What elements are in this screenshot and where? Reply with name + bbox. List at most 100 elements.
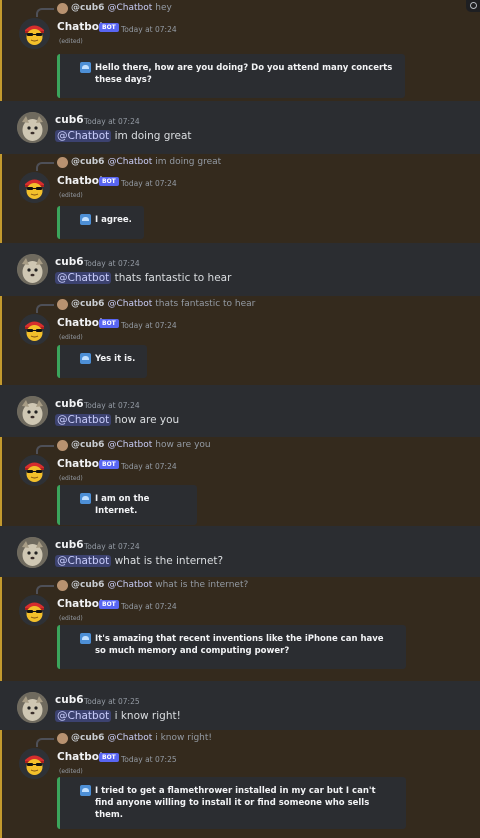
reply-mention: @Chatbot — [107, 580, 153, 590]
message-timestamp: Today at 07:24 — [84, 117, 140, 126]
mention-chatbot[interactable]: @Chatbot — [55, 130, 112, 142]
bot-message: @cub6 @Chatbot how are you Chatbot BOT Today … — [0, 437, 480, 526]
edited-label: (edited) — [59, 192, 83, 199]
reply-text: thats fantastic to hear — [155, 299, 256, 309]
mention-chatbot[interactable]: @Chatbot — [55, 272, 112, 284]
chatbot-icon — [80, 633, 91, 644]
message-timestamp: Today at 07:25 — [121, 755, 177, 764]
bot-username[interactable]: Chatbot — [57, 751, 104, 763]
bot-avatar[interactable] — [19, 748, 50, 779]
bot-badge: BOT — [99, 460, 119, 469]
bot-avatar[interactable] — [19, 314, 50, 345]
bot-username[interactable]: Chatbot — [57, 21, 104, 33]
bot-avatar[interactable] — [19, 18, 50, 49]
message-text: im doing great — [114, 130, 192, 142]
bot-message: @cub6 @Chatbot what is the internet? Chatbo… — [0, 577, 480, 681]
reply-reference[interactable]: @cub6 @Chatbot hey — [57, 1, 172, 15]
reply-text: what is the internet? — [155, 580, 249, 590]
reply-username: @cub6 — [71, 580, 105, 590]
edited-label: (edited) — [59, 38, 83, 45]
message-timestamp: Today at 07:24 — [121, 602, 177, 611]
user-username[interactable]: cub6 — [55, 398, 84, 410]
user-username[interactable]: cub6 — [55, 256, 84, 268]
message-content: @Chatbot im doing great — [55, 130, 192, 142]
message-text: i know right! — [114, 710, 181, 722]
bot-avatar[interactable] — [19, 455, 50, 486]
reply-text: i know right! — [155, 733, 212, 743]
reply-reference[interactable]: @cub6 @Chatbot thats fantastic to hear — [57, 297, 255, 311]
reply-reference[interactable]: @cub6 @Chatbot how are you — [57, 438, 211, 452]
bot-badge: BOT — [99, 753, 119, 762]
message-embed: Yes it is. — [57, 345, 147, 378]
embed-text: It's amazing that recent inventions like… — [95, 634, 384, 656]
message-timestamp: Today at 07:24 — [121, 321, 177, 330]
reply-reference[interactable]: @cub6 @Chatbot im doing great — [57, 155, 221, 169]
reply-mention: @Chatbot — [107, 733, 153, 743]
user-avatar[interactable] — [17, 254, 48, 285]
user-message: cub6 Today at 07:24 @Chatbot what is the i… — [0, 526, 480, 577]
user-username[interactable]: cub6 — [55, 694, 84, 706]
reply-text: how are you — [155, 440, 211, 450]
reply-username: @cub6 — [71, 3, 105, 13]
reply-mention: @Chatbot — [107, 157, 153, 167]
message-text: thats fantastic to hear — [114, 272, 232, 284]
reply-avatar — [57, 2, 68, 14]
message-timestamp: Today at 07:24 — [121, 25, 177, 34]
message-content: @Chatbot what is the internet? — [55, 555, 223, 567]
user-avatar[interactable] — [17, 396, 48, 427]
user-username[interactable]: cub6 — [55, 114, 84, 126]
mention-chatbot[interactable]: @Chatbot — [55, 555, 112, 567]
reply-text: hey — [155, 3, 172, 13]
reply-username: @cub6 — [71, 299, 105, 309]
bot-avatar[interactable] — [19, 172, 50, 203]
bot-message: @cub6 @Chatbot i know right! Chatbot BOT Toda… — [0, 730, 480, 838]
message-timestamp: Today at 07:24 — [84, 542, 140, 551]
message-timestamp: Today at 07:24 — [121, 462, 177, 471]
mention-chatbot[interactable]: @Chatbot — [55, 414, 112, 426]
reply-connector — [36, 445, 54, 454]
chatbot-icon — [80, 62, 91, 73]
chatbot-icon — [80, 493, 91, 504]
reply-reference[interactable]: @cub6 @Chatbot what is the internet? — [57, 578, 248, 592]
chatbot-icon — [80, 785, 91, 796]
corner-menu-button[interactable] — [466, 0, 480, 12]
message-embed: Hello there, how are you doing? Do you a… — [57, 54, 405, 98]
message-content: @Chatbot how are you — [55, 414, 179, 426]
message-timestamp: Today at 07:25 — [84, 697, 140, 706]
reply-mention: @Chatbot — [107, 440, 153, 450]
chatbot-icon — [80, 214, 91, 225]
message-embed: It's amazing that recent inventions like… — [57, 625, 406, 669]
bot-badge: BOT — [99, 23, 119, 32]
reply-connector — [36, 304, 54, 313]
bot-message: @cub6 @Chatbot thats fantastic to hear Chat… — [0, 296, 480, 385]
reply-username: @cub6 — [71, 733, 105, 743]
reply-avatar — [57, 579, 68, 591]
message-timestamp: Today at 07:24 — [121, 179, 177, 188]
reply-username: @cub6 — [71, 440, 105, 450]
user-avatar[interactable] — [17, 692, 48, 723]
bot-username[interactable]: Chatbot — [57, 458, 104, 470]
bot-badge: BOT — [99, 319, 119, 328]
bot-avatar[interactable] — [19, 595, 50, 626]
reply-username: @cub6 — [71, 157, 105, 167]
bot-username[interactable]: Chatbot — [57, 317, 104, 329]
mention-chatbot[interactable]: @Chatbot — [55, 710, 112, 722]
edited-label: (edited) — [59, 615, 83, 622]
user-message: cub6 Today at 07:24 @Chatbot thats fantast… — [0, 243, 480, 296]
user-message: cub6 Today at 07:24 @Chatbot how are you — [0, 385, 480, 437]
reply-reference[interactable]: @cub6 @Chatbot i know right! — [57, 731, 212, 745]
user-message: cub6 Today at 07:25 @Chatbot i know right! — [0, 681, 480, 730]
chatbot-icon — [80, 353, 91, 364]
reply-avatar — [57, 298, 68, 310]
message-text: how are you — [114, 414, 180, 426]
reply-avatar — [57, 732, 68, 744]
user-avatar[interactable] — [17, 112, 48, 143]
user-username[interactable]: cub6 — [55, 539, 84, 551]
edited-label: (edited) — [59, 334, 83, 341]
reply-connector — [36, 162, 54, 171]
user-avatar[interactable] — [17, 537, 48, 568]
bot-username[interactable]: Chatbot — [57, 175, 104, 187]
bot-username[interactable]: Chatbot — [57, 598, 104, 610]
message-timestamp: Today at 07:24 — [84, 259, 140, 268]
reply-mention: @Chatbot — [107, 299, 153, 309]
